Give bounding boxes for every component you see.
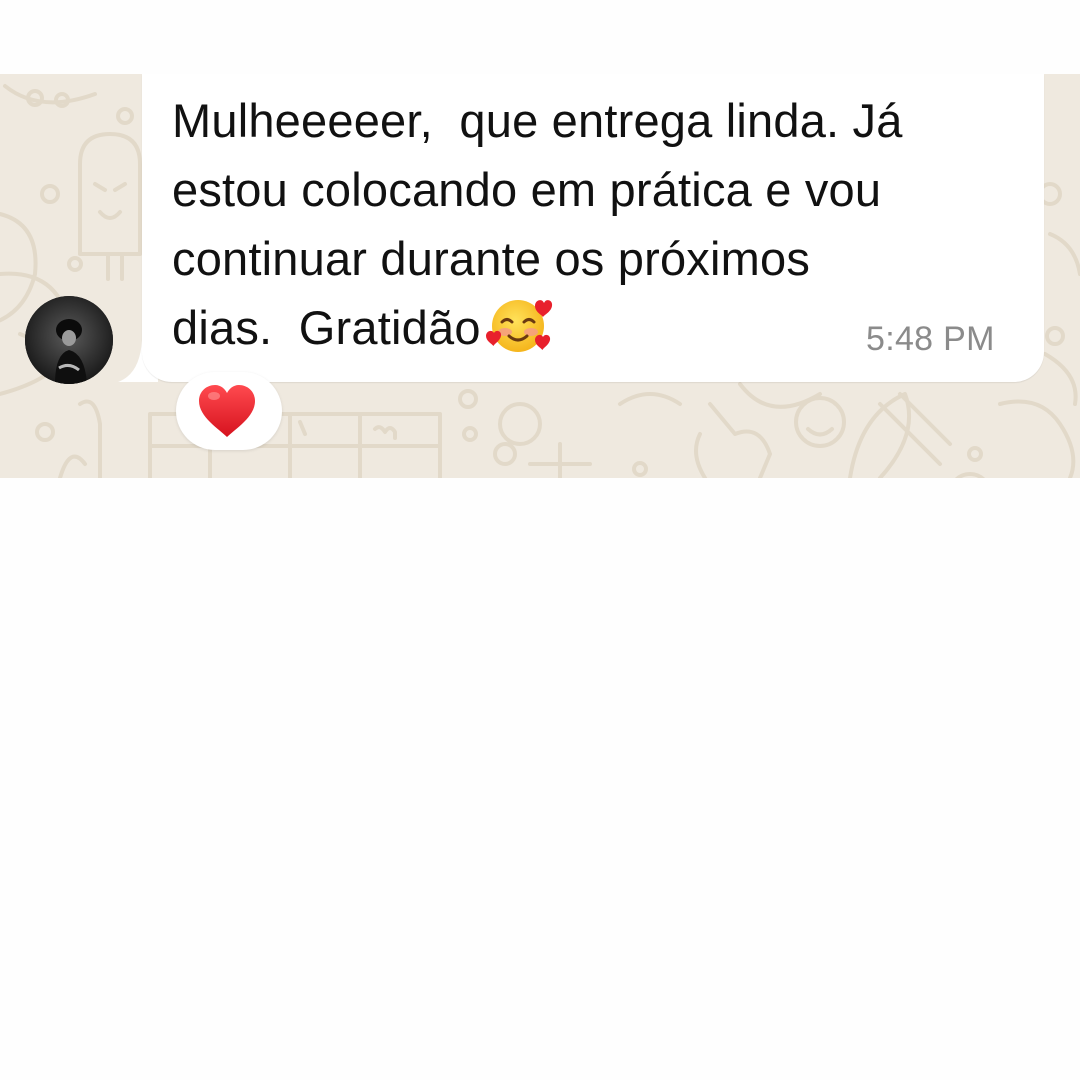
- avatar[interactable]: [25, 296, 113, 384]
- message-line: Mulheeeeer, que entrega linda. Já: [172, 94, 903, 147]
- message-line: estou colocando em prática e vou: [172, 163, 882, 216]
- red-heart-icon: [199, 385, 255, 437]
- message-line: continuar durante os próximos: [172, 232, 811, 285]
- message-timestamp: 5:48 PM: [866, 320, 995, 358]
- smiling-face-with-hearts-icon: [485, 300, 552, 352]
- person-photo-icon: [25, 296, 113, 384]
- message-line: dias. Gratidão: [172, 301, 481, 354]
